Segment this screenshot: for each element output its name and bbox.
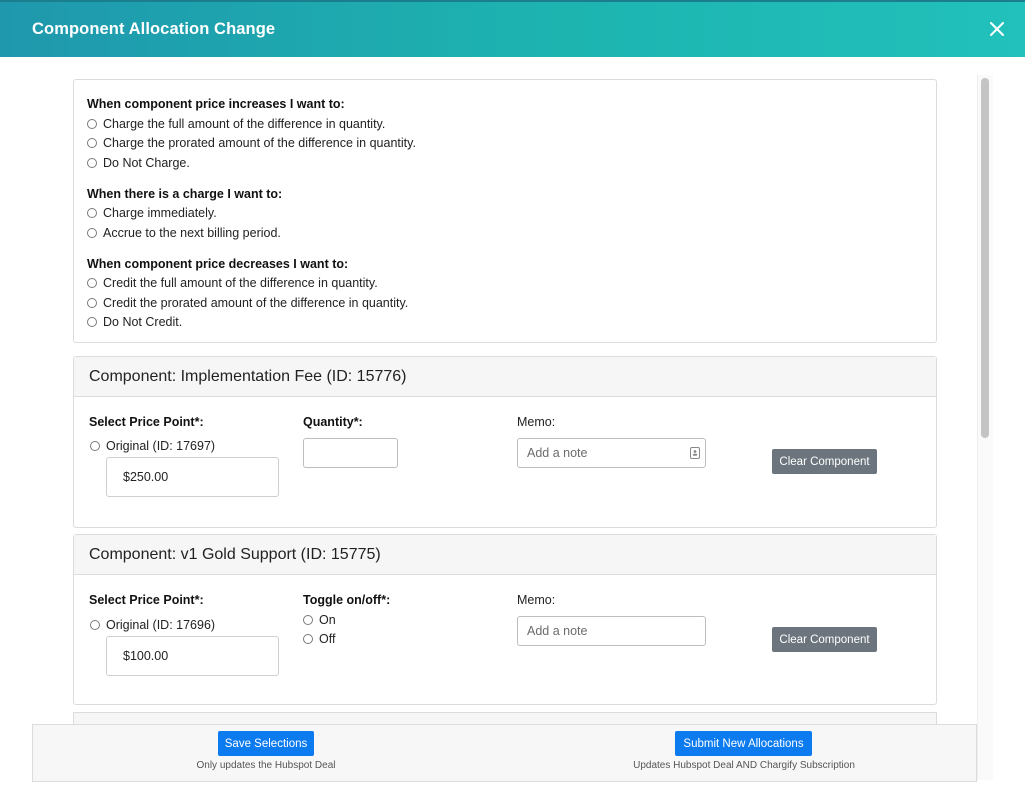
radio-option[interactable]: Do Not Credit. bbox=[87, 313, 923, 333]
price-point-option-label: Original (ID: 17696) bbox=[106, 618, 216, 632]
increase-group-title: When component price increases I want to… bbox=[87, 97, 345, 111]
radio-option[interactable]: Charge the full amount of the difference… bbox=[87, 114, 923, 134]
submit-allocations-button[interactable]: Submit New Allocations bbox=[675, 731, 812, 756]
toggle-off-option[interactable]: Off bbox=[303, 632, 335, 646]
charge-option-group: When there is a charge I want to: Charge… bbox=[87, 185, 923, 243]
radio-option-label: Accrue to the next billing period. bbox=[103, 225, 281, 240]
radio-button[interactable] bbox=[90, 620, 100, 630]
clear-component-button[interactable]: Clear Component bbox=[772, 449, 877, 474]
memo-placeholder: Add a note bbox=[527, 446, 588, 460]
radio-option-label: Charge the full amount of the difference… bbox=[103, 116, 386, 131]
radio-option[interactable]: Credit the full amount of the difference… bbox=[87, 274, 923, 294]
memo-label: Memo: bbox=[517, 415, 556, 429]
radio-option-label: Credit the prorated amount of the differ… bbox=[103, 295, 409, 310]
close-icon bbox=[990, 22, 1004, 36]
price-point-label: Select Price Point*: bbox=[89, 415, 204, 429]
dialog-title: Component Allocation Change bbox=[32, 20, 276, 38]
radio-option[interactable]: Charge the prorated amount of the differ… bbox=[87, 134, 923, 154]
radio-button[interactable] bbox=[87, 278, 97, 289]
save-note: Only updates the Hubspot Deal bbox=[196, 760, 336, 771]
memo-input[interactable]: Add a note bbox=[517, 616, 706, 646]
memo-placeholder: Add a note bbox=[527, 624, 588, 638]
close-button[interactable] bbox=[985, 17, 1009, 41]
save-selections-button[interactable]: Save Selections bbox=[218, 731, 314, 756]
price-value-box: $100.00 bbox=[106, 636, 279, 676]
radio-option-label: Charge the prorated amount of the differ… bbox=[103, 136, 416, 151]
price-point-option[interactable]: Original (ID: 17697) bbox=[90, 439, 215, 453]
radio-option[interactable]: Do Not Charge. bbox=[87, 153, 923, 173]
radio-button[interactable] bbox=[87, 138, 97, 149]
allocation-options-card: When component price increases I want to… bbox=[73, 79, 937, 343]
toggle-on-label: On bbox=[319, 613, 336, 627]
contact-card-icon bbox=[690, 447, 700, 459]
toggle-on-option[interactable]: On bbox=[303, 613, 336, 627]
decrease-option-group: When component price decreases I want to… bbox=[87, 255, 923, 333]
decrease-group-title: When component price decreases I want to… bbox=[87, 256, 349, 271]
dialog-header: Component Allocation Change bbox=[0, 0, 1025, 57]
quantity-input[interactable] bbox=[303, 438, 398, 468]
radio-button[interactable] bbox=[87, 297, 97, 308]
radio-button[interactable] bbox=[87, 227, 97, 238]
radio-button[interactable] bbox=[87, 157, 97, 168]
submit-note: Updates Hubspot Deal AND Chargify Subscr… bbox=[633, 760, 855, 771]
scrollbar-thumb[interactable] bbox=[981, 78, 989, 438]
quantity-label: Quantity*: bbox=[303, 415, 363, 429]
radio-option-label: Charge immediately. bbox=[103, 206, 217, 221]
toggle-label: Toggle on/off*: bbox=[303, 593, 391, 607]
radio-option-label: Do Not Charge. bbox=[103, 155, 190, 170]
component-card-implementation-fee: Component: Implementation Fee (ID: 15776… bbox=[73, 356, 937, 528]
price-point-option-label: Original (ID: 17697) bbox=[106, 439, 216, 453]
price-point-option[interactable]: Original (ID: 17696) bbox=[90, 618, 215, 632]
charge-group-title: When there is a charge I want to: bbox=[87, 186, 283, 201]
radio-button[interactable] bbox=[87, 118, 97, 129]
memo-label: Memo: bbox=[517, 593, 556, 607]
radio-option-label: Do Not Credit. bbox=[103, 315, 183, 330]
memo-input[interactable]: Add a note bbox=[517, 438, 706, 468]
increase-option-group: When component price increases I want to… bbox=[87, 95, 923, 173]
component-header: Component: Implementation Fee (ID: 15776… bbox=[74, 357, 936, 397]
price-point-label: Select Price Point*: bbox=[89, 593, 204, 607]
price-value-box: $250.00 bbox=[106, 457, 279, 497]
component-card-gold-support: Component: v1 Gold Support (ID: 15775) S… bbox=[73, 534, 937, 705]
radio-button[interactable] bbox=[87, 317, 97, 328]
radio-option[interactable]: Accrue to the next billing period. bbox=[87, 223, 923, 243]
component-header: Component: v1 Gold Support (ID: 15775) bbox=[74, 535, 936, 575]
dialog-body: When component price increases I want to… bbox=[0, 57, 1025, 803]
radio-button[interactable] bbox=[303, 634, 313, 644]
radio-option[interactable]: Charge immediately. bbox=[87, 204, 923, 224]
clear-component-button[interactable]: Clear Component bbox=[772, 627, 877, 652]
radio-button[interactable] bbox=[87, 208, 97, 219]
radio-option[interactable]: Credit the prorated amount of the differ… bbox=[87, 293, 923, 313]
radio-button[interactable] bbox=[303, 615, 313, 625]
radio-option-label: Credit the full amount of the difference… bbox=[103, 276, 378, 291]
action-footer: Save Selections Only updates the Hubspot… bbox=[32, 724, 977, 782]
radio-button[interactable] bbox=[90, 441, 100, 451]
toggle-off-label: Off bbox=[319, 632, 336, 646]
